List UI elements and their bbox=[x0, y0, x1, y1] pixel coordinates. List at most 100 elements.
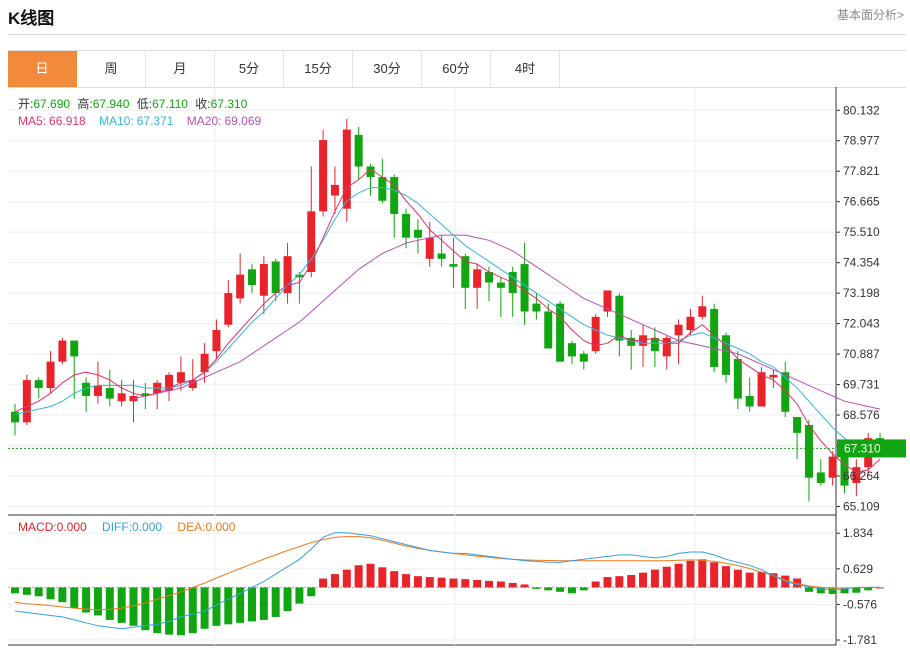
candle-body bbox=[804, 424, 813, 478]
candle-body bbox=[402, 213, 411, 238]
price-tick-label: 80.132 bbox=[843, 103, 880, 117]
candle-body bbox=[473, 269, 482, 288]
macd-bar bbox=[330, 574, 339, 588]
candles bbox=[11, 119, 885, 502]
dea-label: DEA: bbox=[177, 520, 205, 534]
macd-bar bbox=[141, 587, 150, 631]
macd-bar bbox=[745, 572, 754, 588]
macd-bar bbox=[425, 577, 434, 588]
macd-bar bbox=[674, 563, 683, 588]
macd-bar bbox=[520, 584, 529, 588]
macd-bar bbox=[319, 578, 328, 588]
macd-bar bbox=[804, 587, 813, 592]
ma10-label: MA10: bbox=[99, 114, 134, 128]
candle bbox=[390, 174, 399, 238]
macd-tick-label: -1.781 bbox=[843, 633, 877, 647]
ma20-label: MA20: bbox=[187, 114, 222, 128]
diff-value: 0.000 bbox=[132, 520, 162, 534]
candle bbox=[627, 330, 636, 370]
ma10-line bbox=[14, 187, 880, 450]
macd-bar bbox=[34, 587, 43, 597]
ma10-value: 67.371 bbox=[137, 114, 174, 128]
candle-body bbox=[425, 237, 434, 259]
macd-bar bbox=[627, 575, 636, 588]
candle bbox=[650, 327, 659, 367]
candle bbox=[319, 129, 328, 217]
candle bbox=[200, 343, 209, 383]
candle bbox=[307, 166, 316, 278]
candle-body bbox=[236, 274, 245, 299]
candle bbox=[425, 221, 434, 267]
macd-bar bbox=[650, 569, 659, 588]
candle bbox=[793, 417, 802, 460]
macd-bar bbox=[342, 569, 351, 588]
candle-body bbox=[259, 264, 268, 296]
candle-body bbox=[722, 335, 730, 375]
candle bbox=[733, 351, 742, 410]
close-label: 收: bbox=[195, 97, 210, 111]
candle bbox=[11, 403, 19, 436]
macd-value: 0.000 bbox=[57, 520, 87, 534]
macd-bar bbox=[508, 582, 517, 588]
candle-body bbox=[449, 264, 458, 267]
candle-body bbox=[662, 337, 671, 357]
candle-body bbox=[319, 140, 328, 212]
macd-tick-label: 0.629 bbox=[843, 562, 873, 576]
macd-bar bbox=[733, 569, 742, 588]
open-value: 67.690 bbox=[33, 97, 70, 111]
candle bbox=[413, 219, 422, 254]
macd-bar bbox=[485, 580, 493, 588]
candle-body bbox=[117, 393, 126, 402]
price-tick-label: 78.977 bbox=[843, 134, 880, 148]
price-tick-label: 75.510 bbox=[843, 225, 880, 239]
high-value: 67.940 bbox=[93, 97, 130, 111]
macd-bar bbox=[259, 587, 268, 620]
macd-bar bbox=[591, 581, 600, 588]
macd-bar bbox=[224, 587, 233, 625]
macd-bar bbox=[567, 587, 576, 594]
price-tick-label: 73.198 bbox=[843, 286, 880, 300]
price-tick-label: 68.576 bbox=[843, 408, 880, 422]
candle bbox=[473, 264, 482, 309]
candle-body bbox=[579, 353, 588, 362]
candle-body bbox=[674, 324, 683, 336]
candle-body bbox=[224, 293, 233, 325]
macd-bar bbox=[437, 577, 446, 588]
candle-body bbox=[781, 372, 790, 412]
ma-legend: MA5: 66.918 MA10: 67.371 MA20: 69.069 bbox=[18, 114, 262, 128]
candle bbox=[248, 264, 256, 294]
candle bbox=[354, 126, 363, 180]
close-value: 67.310 bbox=[211, 97, 248, 111]
candle bbox=[34, 377, 43, 399]
kline-chart[interactable]: 80.132 78.977 77.821 76.665 75.510 74.354 73.1… bbox=[0, 0, 910, 648]
current-price-value: 67.310 bbox=[844, 441, 881, 455]
candle-body bbox=[70, 340, 79, 357]
macd-bar bbox=[710, 562, 719, 588]
candle bbox=[259, 256, 268, 315]
candle-body bbox=[93, 385, 102, 396]
high-label: 高: bbox=[77, 96, 92, 111]
macd-bar bbox=[58, 587, 67, 603]
candle bbox=[46, 351, 55, 394]
ma20-value: 69.069 bbox=[224, 114, 261, 128]
macd-bar bbox=[93, 587, 102, 616]
candle-body bbox=[342, 129, 351, 209]
macd-tick-label: 1.834 bbox=[843, 526, 873, 540]
candle bbox=[93, 361, 102, 404]
candle bbox=[330, 166, 339, 214]
macd-bar bbox=[722, 566, 730, 588]
macd-bar bbox=[473, 580, 482, 588]
macd-bar bbox=[390, 571, 399, 588]
macd-bar bbox=[662, 566, 671, 588]
candle bbox=[236, 253, 245, 304]
candle bbox=[188, 359, 197, 391]
low-label: 低: bbox=[137, 97, 152, 111]
macd-label: MACD: bbox=[18, 520, 57, 534]
candle bbox=[224, 279, 233, 328]
ma-lines bbox=[14, 168, 881, 473]
candle bbox=[698, 295, 707, 320]
macd-bar bbox=[307, 587, 316, 597]
candle bbox=[105, 369, 114, 407]
macd-panel bbox=[8, 532, 885, 636]
price-tick-label: 76.665 bbox=[843, 195, 880, 209]
